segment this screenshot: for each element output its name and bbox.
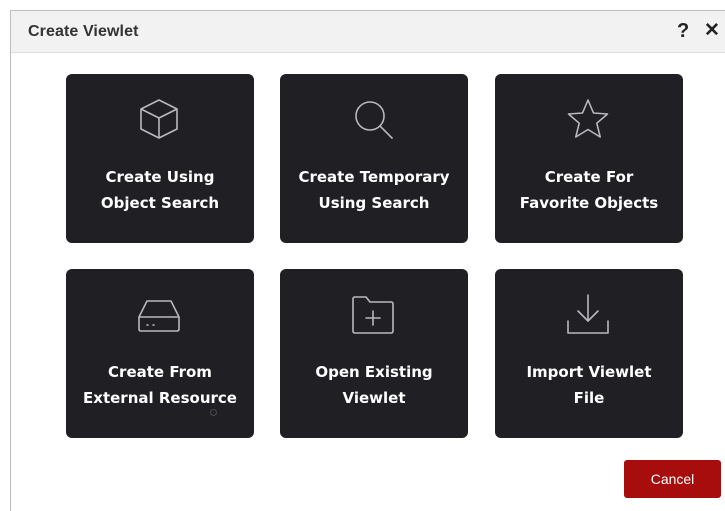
import-viewlet-file-tile[interactable]: Import Viewlet File <box>495 269 683 438</box>
tile-label: Create From External Resource <box>83 363 237 407</box>
dialog-title: Create Viewlet <box>28 23 139 40</box>
indicator-dot <box>210 409 217 416</box>
folder-plus-icon <box>352 296 394 334</box>
tile-label: Import Viewlet File <box>526 363 652 407</box>
help-icon[interactable]: ? <box>677 19 689 43</box>
create-temporary-using-search-tile[interactable]: Create Temporary Using Search <box>280 74 468 243</box>
search-icon <box>355 101 393 139</box>
dialog-header: Create Viewlet ? ✕ <box>11 11 725 53</box>
star-icon <box>567 99 609 138</box>
cancel-button[interactable]: Cancel <box>624 460 721 498</box>
create-for-favorite-objects-tile[interactable]: Create For Favorite Objects <box>495 74 683 243</box>
tile-label: Open Existing Viewlet <box>315 363 433 407</box>
create-from-external-resource-tile[interactable]: Create From External Resource <box>66 269 254 438</box>
open-existing-viewlet-tile[interactable]: Open Existing Viewlet <box>280 269 468 438</box>
tile-label: Create Temporary Using Search <box>298 168 450 212</box>
download-icon <box>567 294 609 334</box>
drive-icon <box>138 300 180 332</box>
create-viewlet-dialog: Create Viewlet ? ✕ Create Using Object S… <box>10 10 725 511</box>
tile-label: Create For Favorite Objects <box>519 168 659 212</box>
cube-icon <box>140 99 178 139</box>
close-icon[interactable]: ✕ <box>704 19 720 43</box>
tile-label: Create Using Object Search <box>100 168 220 212</box>
create-using-object-search-tile[interactable]: Create Using Object Search <box>66 74 254 243</box>
